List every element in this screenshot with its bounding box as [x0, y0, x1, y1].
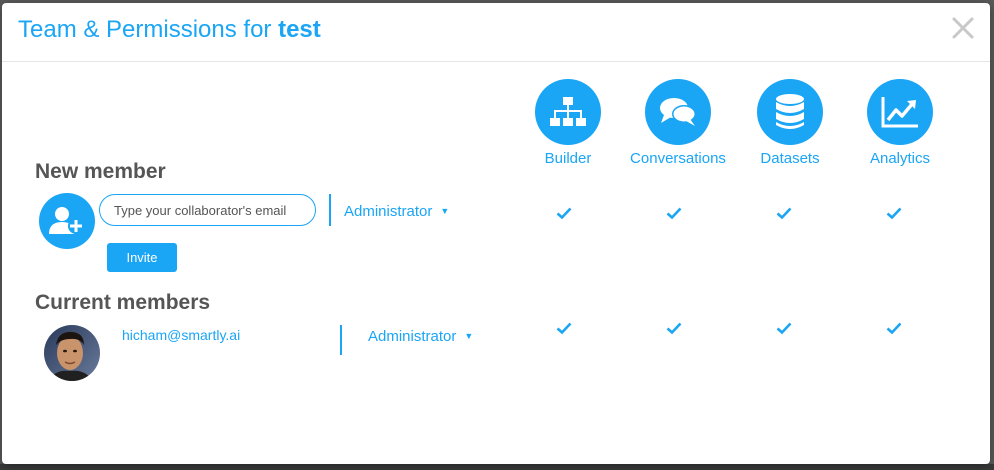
permission-column-datasets: Datasets	[735, 79, 845, 167]
new-member-role-value: Administrator	[344, 203, 433, 220]
line-chart-icon	[867, 79, 933, 145]
permission-label-datasets: Datasets	[760, 150, 820, 167]
backdrop	[0, 464, 994, 470]
permission-label-analytics: Analytics	[869, 150, 931, 167]
member-builder-check-icon[interactable]	[556, 321, 572, 335]
new-member-analytics-check-icon[interactable]	[886, 206, 902, 220]
invite-button[interactable]: Invite	[107, 243, 177, 272]
modal-title-project: test	[278, 16, 321, 43]
member-email: hicham@smartly.ai	[122, 327, 241, 343]
modal-title: Team & Permissions for test	[18, 16, 321, 44]
caret-down-icon: ▼	[440, 206, 450, 216]
divider	[329, 194, 331, 226]
caret-down-icon: ▼	[464, 331, 474, 341]
permission-label-conversations: Conversations	[630, 150, 726, 167]
current-members-heading: Current members	[35, 291, 211, 314]
avatar	[44, 325, 100, 381]
permission-column-conversations: Conversations	[623, 79, 733, 167]
chat-bubbles-icon	[645, 79, 711, 145]
database-icon	[757, 79, 823, 145]
collaborator-email-input[interactable]	[99, 194, 316, 226]
modal-header: Team & Permissions for test	[2, 3, 990, 62]
add-user-icon	[39, 193, 95, 249]
member-datasets-check-icon[interactable]	[776, 321, 792, 335]
new-member-heading: New member	[35, 160, 166, 183]
close-icon[interactable]	[950, 15, 976, 41]
modal-title-prefix: Team & Permissions for	[18, 16, 279, 43]
team-permissions-modal: Team & Permissions for test Builder Conv…	[2, 3, 990, 464]
new-member-conversations-check-icon[interactable]	[666, 206, 682, 220]
member-role-select[interactable]: Administrator ▼	[368, 328, 473, 345]
permission-column-builder: Builder	[513, 79, 623, 167]
sitemap-icon	[535, 79, 601, 145]
divider	[340, 325, 342, 355]
permission-label-builder: Builder	[544, 150, 592, 167]
new-member-datasets-check-icon[interactable]	[776, 206, 792, 220]
permission-column-analytics: Analytics	[845, 79, 955, 167]
member-analytics-check-icon[interactable]	[886, 321, 902, 335]
member-conversations-check-icon[interactable]	[666, 321, 682, 335]
member-role-value: Administrator	[368, 328, 457, 345]
new-member-builder-check-icon[interactable]	[556, 206, 572, 220]
new-member-role-select[interactable]: Administrator ▼	[344, 203, 449, 220]
